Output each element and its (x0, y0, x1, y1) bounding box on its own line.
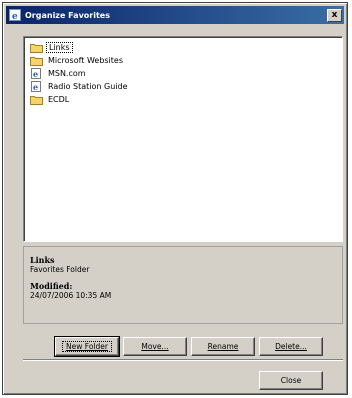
ie-page-icon: e (30, 68, 44, 79)
details-modified-label: Modified: (30, 281, 73, 291)
svg-text:e: e (12, 12, 18, 20)
ie-page-icon: e (30, 81, 44, 92)
new-folder-button[interactable]: New Folder (54, 336, 120, 357)
details-panel: Links Favorites Folder Modified: 24/07/2… (23, 246, 343, 324)
favorites-list[interactable]: Links Microsoft Websites e MSN.com e Rad… (23, 36, 343, 242)
ie-icon: e (9, 9, 21, 21)
delete-button[interactable]: Delete... (259, 337, 323, 356)
svg-text:e: e (33, 69, 38, 79)
close-button-label: Close (280, 376, 302, 385)
list-item[interactable]: Microsoft Websites (30, 54, 342, 67)
svg-text:e: e (33, 82, 38, 92)
list-item[interactable]: e MSN.com (30, 67, 342, 80)
close-button[interactable]: Close (259, 371, 323, 390)
list-item-label: Microsoft Websites (48, 56, 124, 65)
details-type: Favorites Folder (30, 265, 90, 274)
folder-icon (30, 42, 44, 53)
rename-button[interactable]: Rename (191, 337, 255, 356)
details-name: Links (30, 255, 55, 265)
list-item[interactable]: ECDL (30, 93, 342, 106)
folder-icon (30, 94, 44, 105)
move-button[interactable]: Move... (123, 337, 187, 356)
list-item-label: ECDL (48, 95, 70, 104)
details-modified-value: 24/07/2006 10:35 AM (30, 291, 112, 300)
title-bar[interactable]: e Organize Favorites x (6, 6, 344, 24)
list-item[interactable]: e Radio Station Guide (30, 80, 342, 93)
list-item-label: MSN.com (48, 69, 86, 78)
folder-icon (30, 55, 44, 66)
separator (23, 359, 343, 361)
organize-favorites-dialog: e Organize Favorites x Links Microsoft W… (2, 2, 348, 395)
list-item-label: Radio Station Guide (48, 82, 128, 91)
rename-button-label: Rename (207, 342, 239, 351)
window-title: Organize Favorites (25, 10, 110, 20)
delete-button-label: Delete... (275, 342, 307, 351)
list-item[interactable]: Links (30, 41, 342, 54)
list-item-label: Links (46, 42, 73, 53)
new-folder-button-label: New Folder (62, 341, 112, 352)
move-button-label: Move... (141, 342, 169, 351)
close-window-button[interactable]: x (327, 8, 342, 22)
